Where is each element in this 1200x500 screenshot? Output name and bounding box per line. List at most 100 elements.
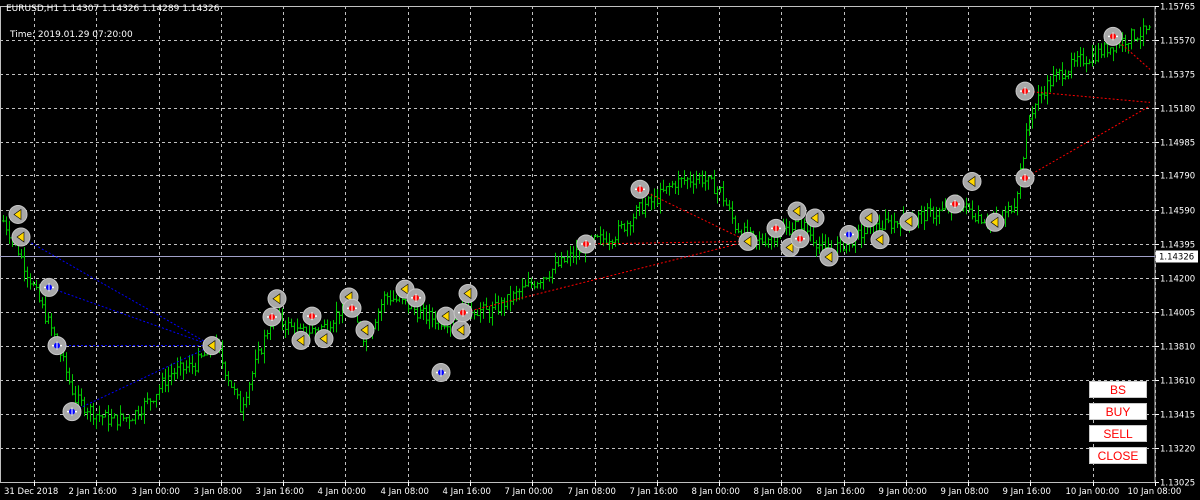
sell-trade-marker[interactable] <box>406 288 426 308</box>
close-trade-marker[interactable] <box>738 231 758 251</box>
ohlc-bar <box>323 319 326 328</box>
ohlc-bar <box>824 234 827 250</box>
sell-trade-marker[interactable] <box>790 229 810 249</box>
ohlc-bar <box>1055 68 1058 83</box>
close-trade-marker[interactable] <box>870 230 890 250</box>
ohlc-bar <box>920 205 923 224</box>
ohlc-bar <box>230 380 233 389</box>
sell-trade-marker[interactable] <box>1015 81 1035 101</box>
x-tick-label: 7 Jan 08:00 <box>568 487 616 497</box>
buy-trade-marker[interactable] <box>62 402 82 422</box>
close-trade-marker[interactable] <box>859 208 879 228</box>
ohlc-bar <box>335 301 338 333</box>
close-trade-marker[interactable] <box>355 320 375 340</box>
buy-button[interactable]: BUY <box>1089 403 1147 420</box>
ohlc-bar <box>110 408 113 427</box>
close-trade-marker[interactable] <box>805 208 825 228</box>
sell-trade-marker[interactable] <box>945 194 965 214</box>
ohlc-bar <box>380 299 383 321</box>
close-trade-marker[interactable] <box>899 211 919 231</box>
trade-link-line <box>639 188 749 242</box>
trade-link-line <box>71 345 213 413</box>
trade-link-line <box>1024 105 1151 179</box>
ohlc-bar <box>299 323 302 330</box>
ohlc-bar <box>926 203 929 222</box>
sell-trade-marker[interactable] <box>1103 26 1123 46</box>
ohlc-bar <box>728 199 731 211</box>
close-trade-marker[interactable] <box>11 227 31 247</box>
ohlc-bar <box>1124 34 1127 52</box>
close-trade-marker[interactable] <box>451 320 471 340</box>
ohlc-bar <box>338 311 341 325</box>
trade-link-line <box>462 240 749 314</box>
ohlc-bar <box>2 215 5 223</box>
ohlc-bar <box>248 381 251 405</box>
ohlc-bar <box>155 393 158 408</box>
bs-button[interactable]: BS <box>1089 381 1147 398</box>
close-trade-marker[interactable] <box>787 201 807 221</box>
close-trade-marker[interactable] <box>458 284 478 304</box>
ohlc-bar <box>92 402 95 425</box>
ohlc-bar <box>146 392 149 405</box>
ohlc-bar <box>35 279 38 290</box>
ohlc-bar <box>737 222 740 234</box>
ohlc-bar <box>194 362 197 376</box>
ohlc-bar <box>509 285 512 312</box>
ohlc-bar <box>473 309 476 320</box>
close-trade-marker[interactable] <box>962 171 982 191</box>
sell-trade-marker[interactable] <box>1015 168 1035 188</box>
ohlc-bar <box>1010 205 1013 214</box>
sell-trade-marker[interactable] <box>576 234 596 254</box>
close-trade-marker[interactable] <box>819 247 839 267</box>
ohlc-bar <box>524 279 527 288</box>
ohlc-bar <box>923 206 926 231</box>
close-trade-marker[interactable] <box>436 306 456 326</box>
close-trade-marker[interactable] <box>314 329 334 349</box>
ohlc-bar <box>26 266 29 288</box>
sell-button[interactable]: SELL <box>1089 425 1147 442</box>
price-chart[interactable]: 1.15765 1.15570 1.15375 1.15180 1.14985 1.147… <box>0 0 1200 500</box>
y-tick-label: 1.14590 <box>1160 207 1195 217</box>
close-trade-marker[interactable] <box>985 212 1005 232</box>
ohlc-bar <box>557 256 560 267</box>
ohlc-bar <box>20 249 23 259</box>
buy-trade-marker[interactable] <box>431 363 451 383</box>
ohlc-bar <box>176 357 179 379</box>
close-trade-marker[interactable] <box>267 289 287 309</box>
ohlc-bar <box>653 188 656 210</box>
ohlc-bar <box>644 197 647 218</box>
ohlc-bar <box>1079 47 1082 67</box>
y-tick-label: 1.15375 <box>1160 71 1195 81</box>
ohlc-bar <box>503 297 506 316</box>
ohlc-bar <box>5 216 8 236</box>
time-axis: 31 Dec 2018 2 Jan 16:00 3 Jan 00:00 3 Jan 0… <box>4 482 1181 497</box>
sell-trade-marker[interactable] <box>302 306 322 326</box>
close-trade-marker[interactable] <box>8 204 28 224</box>
close-trade-marker[interactable] <box>202 336 222 356</box>
close-button[interactable]: CLOSE <box>1089 447 1147 464</box>
sell-trade-marker[interactable] <box>262 307 282 327</box>
buy-trade-marker[interactable] <box>839 224 859 244</box>
buy-trade-marker[interactable] <box>47 336 67 356</box>
y-tick-label: 1.13220 <box>1160 445 1195 455</box>
ohlc-bar <box>404 298 407 305</box>
sell-trade-marker[interactable] <box>453 303 473 323</box>
sell-trade-marker[interactable] <box>630 179 650 199</box>
ohlc-bar <box>965 197 968 215</box>
ohlc-bar <box>86 407 89 420</box>
ohlc-bar <box>1031 106 1034 129</box>
close-trade-marker[interactable] <box>291 330 311 350</box>
sell-trade-marker[interactable] <box>766 218 786 238</box>
ohlc-bar <box>722 180 725 207</box>
ohlc-bar <box>662 179 665 193</box>
ohlc-bar <box>1082 47 1085 67</box>
ohlc-bar <box>893 212 896 234</box>
ohlc-bar <box>668 182 671 196</box>
ohlc-bar <box>47 312 50 324</box>
buy-trade-marker[interactable] <box>39 277 59 297</box>
sell-trade-marker[interactable] <box>342 298 362 318</box>
ohlc-bar <box>140 406 143 421</box>
ohlc-bar <box>98 405 101 422</box>
ohlc-bar <box>395 294 398 303</box>
ohlc-bar <box>233 382 236 396</box>
